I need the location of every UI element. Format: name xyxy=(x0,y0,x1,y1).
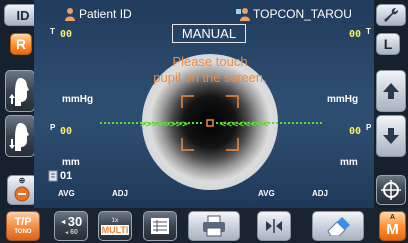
instruction-line-1: Please touch xyxy=(172,54,248,69)
zoom-in-icon: ⊕ xyxy=(18,176,26,185)
instruction-message: Please touch pupil on the screen. xyxy=(110,54,310,86)
head-down-icon xyxy=(9,123,29,151)
value-sub-arrow-icon: ◄ xyxy=(64,230,70,236)
tp-label: T/P xyxy=(14,216,32,228)
wrench-icon xyxy=(384,8,398,22)
instruction-line-2: pupil on the screen. xyxy=(153,70,267,85)
split-arrows-icon xyxy=(266,219,282,233)
unit-mm-right: mm xyxy=(340,157,358,168)
list-icon xyxy=(151,218,169,234)
patient-name-row[interactable]: TOPCON_TAROU xyxy=(236,7,352,21)
tp-button[interactable]: T/P TONO xyxy=(6,211,40,241)
arrow-down-icon xyxy=(383,128,399,144)
right-eye-button[interactable]: R xyxy=(10,33,32,55)
head-up-icon xyxy=(9,78,29,106)
patient-id-row[interactable]: Patient ID xyxy=(64,7,132,21)
zoom-button[interactable]: ⊕ xyxy=(7,175,37,205)
pachy-right-value: 00 xyxy=(349,126,362,137)
erase-button[interactable] xyxy=(312,211,364,241)
p-right-label: P xyxy=(366,123,372,132)
p-left-label: P xyxy=(50,123,56,132)
tono-left-value: 00 xyxy=(60,29,73,40)
patient-id-label: Patient ID xyxy=(79,7,132,21)
crosshair-icon xyxy=(381,180,401,200)
multi-small-icon: 1x xyxy=(111,217,119,224)
eraser-icon xyxy=(327,217,350,236)
move-down-button[interactable] xyxy=(5,115,35,157)
svg-text:>>>>>>>>: >>>>>>>> xyxy=(140,119,188,130)
value-sub: 60 xyxy=(70,229,78,236)
unit-mm-left: mm xyxy=(62,157,80,168)
zoom-out-icon xyxy=(14,186,30,202)
patient-name: TOPCON_TAROU xyxy=(253,7,352,21)
move-forward-button[interactable] xyxy=(376,115,406,157)
auto-manual-button[interactable]: A M xyxy=(379,211,406,241)
pachy-left-value: 00 xyxy=(60,126,73,137)
left-eye-button[interactable]: L xyxy=(376,33,400,55)
t-left-label: T xyxy=(50,27,55,36)
target-button[interactable] xyxy=(376,175,406,205)
left-eye-label: L xyxy=(383,36,393,52)
separate-button[interactable] xyxy=(257,211,291,241)
patient-icon xyxy=(236,8,250,21)
counter-icon xyxy=(48,170,58,182)
avg-left: AVG xyxy=(58,189,75,198)
move-back-button[interactable] xyxy=(376,70,406,112)
mode-indicator[interactable]: MANUAL xyxy=(172,24,246,43)
move-up-button[interactable] xyxy=(5,70,35,112)
mode-label: MANUAL xyxy=(181,26,237,41)
tono-right-value: 00 xyxy=(349,29,362,40)
multi-button[interactable]: 1x MULTI xyxy=(98,211,132,241)
unit-mmhg-left: mmHg xyxy=(62,94,94,105)
unit-mmhg-right: mmHg xyxy=(327,94,359,105)
value-arrow-icon: ◄ xyxy=(59,218,67,226)
value-button[interactable]: ◄ 30 ◄ 60 xyxy=(54,211,88,241)
right-eye-label: R xyxy=(15,36,27,52)
t-right-label: T xyxy=(366,27,371,36)
counter-value: 01 xyxy=(60,170,73,182)
adj-left: ADJ xyxy=(112,189,129,198)
value-main: 30 xyxy=(67,214,83,229)
person-icon xyxy=(65,8,75,21)
measurement-counter: 01 xyxy=(48,170,72,182)
id-label: ID xyxy=(16,7,30,23)
arrow-up-icon xyxy=(383,83,399,99)
settings-button[interactable] xyxy=(376,4,406,26)
adj-right: ADJ xyxy=(312,189,329,198)
svg-text:<<<<<<<<: <<<<<<<< xyxy=(220,119,268,130)
printer-icon xyxy=(203,215,225,237)
print-button[interactable] xyxy=(188,211,240,241)
tono-label: TONO xyxy=(14,229,32,235)
m-label: M xyxy=(386,221,399,238)
list-button[interactable] xyxy=(143,211,177,241)
avg-right: AVG xyxy=(258,189,275,198)
multi-label: MULTI xyxy=(100,224,130,235)
